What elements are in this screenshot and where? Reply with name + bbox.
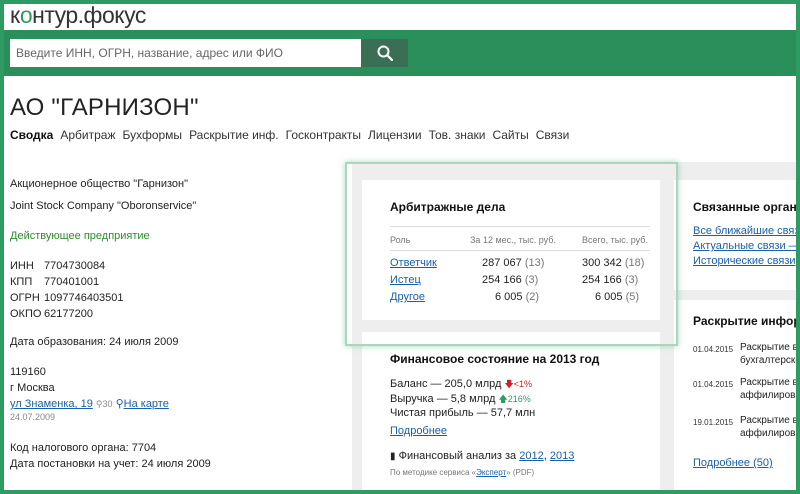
disclosure-more-link[interactable]: Подробнее (50) [693,457,773,469]
table-row: 6 005 (5) [595,291,640,303]
disclosure-date: 19.01.2015 [693,418,734,427]
tabs: Сводка Арбитраж Бухформы Раскрытие инф. … [10,128,576,142]
okpo-row: ОКПО 62177200 [10,308,93,320]
historic-connections-link[interactable]: Исторические связи [693,255,796,267]
tab-summary[interactable]: Сводка [10,128,53,142]
ogrn-row: ОГРН 1097746403501 [10,292,124,304]
page: контур.фокус АО "ГАРНИЗОН" Сводка Арбитр… [4,4,796,490]
street-link[interactable]: ул Знаменка, 19 [10,398,93,410]
col-role: Роль [390,235,411,245]
registration-date: Дата образования: 24 июля 2009 [10,336,179,348]
logo[interactable]: контур.фокус [10,4,146,29]
related-title: Связанные организ [693,200,796,214]
balance-row: Баланс — 205,0 млрд 🡇<1% [390,378,533,390]
disclosure-item[interactable]: аффилирова [740,390,796,401]
search-input[interactable] [10,39,361,67]
finance-card: Финансовое состояние на 2013 год Баланс … [362,332,660,490]
table-row: 6 005 (2) [495,291,540,303]
expert-link[interactable]: Эксперт [476,468,506,477]
company-title: АО "ГАРНИЗОН" [10,94,199,121]
method-note: По методике сервиса «Эксперт» (PDF) [390,468,535,477]
on-map-link[interactable]: На карте [124,398,169,410]
arbitrage-title: Арбитражные дела [390,200,506,214]
disclosure-title: Раскрытие информ [693,314,796,328]
logo-row: контур.фокус [4,4,796,30]
table-row: 254 166 (3) [582,274,639,286]
zip-code: 119160 [10,366,46,378]
analysis-row: ▮ Финансовый анализ за 2012, 2013 [390,450,575,462]
all-connections-link[interactable]: Все ближайшие связи [693,225,796,237]
arbitrage-card: Арбитражные дела Роль За 12 мес., тыс. р… [362,180,660,320]
disclosure-item[interactable]: Раскрытие в [740,342,796,353]
tax-code: Код налогового органа: 7704 [10,442,157,454]
table-row: 287 067 (13) [482,257,545,269]
disclosure-card: Раскрытие информ 01.04.2015 Раскрытие в … [674,300,796,490]
tab-licenses[interactable]: Лицензии [368,128,422,142]
disclosure-item[interactable]: Раскрытие в [740,377,796,388]
col-12m: За 12 мес., тыс. руб. [470,235,556,245]
revenue-row: Выручка — 5,8 млрд 🡅216% [390,393,531,405]
people-icon: ⚲ [95,399,103,409]
disclosure-item[interactable]: аффилирова [740,428,796,439]
role-other-link[interactable]: Другое [390,291,425,303]
col-total: Всего, тыс. руб. [582,235,648,245]
tab-arbitrage[interactable]: Арбитраж [60,128,115,142]
search-bar [4,30,796,76]
full-name: Акционерное общество "Гарнизон" [10,178,188,190]
disclosure-date: 01.04.2015 [693,380,734,389]
table-row: 254 166 (3) [482,274,539,286]
search-button[interactable] [361,39,408,67]
address-date: 24.07.2009 [10,412,56,422]
arrow-up-icon: 🡅 [498,394,508,404]
disclosure-item[interactable]: бухгалтерско [740,355,796,366]
related-card: Связанные организ Все ближайшие связи Ак… [674,180,796,290]
table-divider [390,250,650,251]
table-row: 300 342 (18) [582,257,645,269]
year-2013-link[interactable]: 2013 [550,450,574,462]
address-row: ул Знаменка, 19 ⚲30 ⚲На карте [10,398,169,410]
tab-trademarks[interactable]: Тов. знаки [429,128,486,142]
arrow-down-icon: 🡇 [504,379,514,389]
search-icon [377,45,393,61]
tab-contracts[interactable]: Госконтракты [286,128,361,142]
map-pin-icon: ⚲ [115,398,124,410]
profit-row: Чистая прибыль — 57,7 млн [390,407,536,419]
disclosure-date: 01.04.2015 [693,345,734,354]
role-plaintiff-link[interactable]: Истец [390,274,421,286]
tab-accounting[interactable]: Бухформы [122,128,182,142]
tab-connections[interactable]: Связи [536,128,570,142]
tab-disclosure[interactable]: Раскрытие инф. [189,128,279,142]
tab-sites[interactable]: Сайты [492,128,528,142]
disclosure-item[interactable]: Раскрытие в [740,415,796,426]
table-divider [390,226,650,227]
actual-connections-link[interactable]: Актуальные связи — 1 [693,240,796,252]
english-name: Joint Stock Company "Oboronservice" [10,200,197,212]
kpp-row: КПП 770401001 [10,276,100,288]
inn-row: ИНН 7704730084 [10,260,106,272]
bar-chart-icon: ▮ [390,451,396,462]
city: г Москва [10,382,55,394]
status-text: Действующее предприятие [10,230,150,242]
finance-more-link[interactable]: Подробнее [390,425,447,437]
finance-title: Финансовое состояние на 2013 год [390,352,600,366]
year-2012-link[interactable]: 2012 [519,450,543,462]
tax-date: Дата постановки на учет: 24 июля 2009 [10,458,211,470]
role-defendant-link[interactable]: Ответчик [390,257,437,269]
